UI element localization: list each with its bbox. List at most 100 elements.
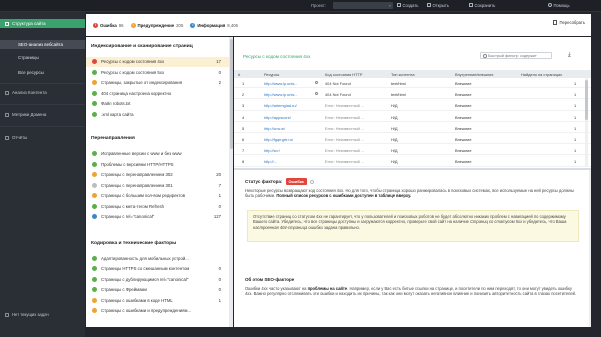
help-button[interactable]: Помощь: [548, 3, 570, 8]
issue-row[interactable]: Страницы с перенаправлением 301 7: [86, 180, 229, 190]
issue-row[interactable]: Адаптированность для мобильных устрой...: [86, 253, 229, 263]
cell-resource[interactable]: http://fgqrrgrtr.ru/: [264, 137, 293, 142]
save-button[interactable]: Сохранить: [469, 3, 495, 8]
issue-row[interactable]: Страницы с большим кол-вом редиректов 1: [86, 191, 229, 201]
issue-row[interactable]: Страницы с ошибками и предупреждениям...: [86, 306, 229, 316]
status-gray-icon: [92, 182, 97, 188]
cell-scope: Внешние: [455, 125, 472, 131]
chevron-down-icon: ▾: [388, 3, 391, 8]
issue-label: Страницы с перенаправлением 302: [101, 172, 173, 178]
scrollbar-thumb[interactable]: [585, 80, 588, 120]
issue-row[interactable]: Страницы HTTPS со смешанным контентом 0: [86, 264, 229, 274]
issue-count: 1: [218, 193, 221, 199]
col-found-on[interactable]: Найдено на страницах: [521, 72, 562, 77]
scrollbar-thumb[interactable]: [229, 39, 233, 149]
issue-row[interactable]: Ресурсы с кодом состояния 4хх 17: [86, 56, 229, 67]
col-http-status[interactable]: Код состояния HTTP: [325, 72, 362, 77]
factor-note: Отсутствие страниц со статусом 4xx не га…: [247, 210, 579, 242]
cell-scope: Внешние: [455, 159, 472, 165]
issues-scrollbar[interactable]: [229, 37, 233, 327]
app-window: Проект: ▾ Создать Открыть Сохранить Помо…: [0, 0, 601, 337]
issue-label: Страницы с большим кол-вом редиректов: [101, 193, 186, 199]
issue-group-heading[interactable]: Индексирование и сканирование страниц: [91, 44, 193, 49]
cell-resource[interactable]: http://...: [264, 159, 277, 164]
cell-resource[interactable]: http://w.r/: [264, 148, 280, 153]
cell-resource[interactable]: http://www.lp.unis...: [264, 92, 298, 97]
open-button[interactable]: Открыть: [427, 3, 449, 8]
sidebar-item-seo-audit[interactable]: SEO-анализ вебсайта: [0, 40, 85, 49]
cell-resource[interactable]: http://artemglad.ru/: [264, 103, 297, 108]
issue-row[interactable]: Страницы с Фреймами 0: [86, 285, 229, 295]
link-icon[interactable]: [309, 179, 314, 184]
sidebar-divider: [0, 83, 85, 84]
issue-row[interactable]: .xml карта сайта: [86, 109, 229, 119]
status-red-icon: [92, 59, 97, 65]
sidebar-section-reports[interactable]: Отчёты: [0, 135, 85, 140]
factor-status: Статус фактора: Ошибка: [245, 178, 314, 185]
rescan-button[interactable]: Пересобрать: [553, 20, 585, 25]
cell-http-status: 404 Not Found: [325, 81, 351, 87]
cell-found-on: 1: [574, 159, 577, 165]
issue-row[interactable]: Страницы с дублирующимся rel="canonical"…: [86, 274, 229, 284]
table-row[interactable]: 7 http://w.r/Error: Неизвестный ... Н/Д Вне…: [234, 145, 591, 156]
sidebar-section-content-analysis[interactable]: Анализ Контента: [0, 90, 85, 95]
status-blue-icon: [92, 214, 97, 220]
issue-row[interactable]: Страницы с ошибками в коде HTML 1: [86, 295, 229, 305]
export-icon[interactable]: ⤓: [568, 52, 574, 59]
filter-warnings[interactable]: ! Предупреждение 205: [130, 22, 183, 28]
table-row[interactable]: 2 http://www.lp.unis... 404 Not Found text/…: [234, 89, 591, 100]
col-content-type[interactable]: Тип контента: [391, 72, 415, 77]
issue-row[interactable]: Страницы, закрытые от индексирования 2: [86, 78, 229, 88]
link-404-page[interactable]: настроенная 404-страница ошибки: [253, 225, 323, 230]
cell-content-type: Н/Д: [391, 137, 398, 143]
cell-resource[interactable]: http://w.w.w/: [264, 126, 285, 131]
issue-row[interactable]: Страницы с rel="canonical" 127: [86, 212, 229, 222]
issue-group-heading[interactable]: Кодировка и технические факторы: [91, 241, 176, 246]
sidebar-item-pages[interactable]: Страницы: [0, 55, 85, 60]
table-row[interactable]: 4 http://appscore/Error: Неизвестный ... Н…: [234, 112, 591, 122]
col-scope[interactable]: Внутренние/внешние: [455, 72, 494, 77]
col-number[interactable]: #: [238, 72, 240, 77]
quick-filter[interactable]: [480, 52, 552, 59]
cell-content-type: Н/Д: [391, 103, 398, 109]
filter-errors[interactable]: ! Ошибка 96: [93, 22, 124, 28]
cell-scope: Внешние: [455, 114, 472, 120]
issue-row[interactable]: Файл robots.txt: [86, 99, 229, 109]
issue-count: 0: [218, 203, 221, 209]
issue-row[interactable]: Исправленные версии с www и без www: [86, 149, 229, 159]
issue-label: Страницы с ошибками и предупреждениям...: [101, 308, 192, 314]
status-green-icon: [92, 266, 97, 272]
link-5xx-pages[interactable]: Страниц со статусом 5xx: [470, 219, 522, 224]
project-select[interactable]: ▾: [333, 2, 393, 9]
open-link-icon[interactable]: [315, 92, 318, 96]
create-button[interactable]: Создать: [397, 3, 418, 8]
issue-row[interactable]: Ресурсы с кодом состояния 5хх 0: [86, 67, 229, 77]
issue-row[interactable]: 404 страница настроена корректно: [86, 88, 229, 98]
col-resource[interactable]: Ресурсы: [264, 72, 279, 77]
issue-row[interactable]: Страницы с перенаправлением 302 20: [86, 170, 229, 180]
table-row[interactable]: 1 http://www.lp.unis... 404 Not Found text/…: [234, 78, 591, 89]
table-row[interactable]: 5 http://w.w.w/Error: Неизвестный ... Н/Д В…: [234, 123, 591, 134]
table-row[interactable]: 3 http://artemglad.ru/Error: Неизвестный …: [234, 100, 591, 111]
status-orange-icon: [92, 80, 97, 86]
sidebar-item-all-resources[interactable]: Все ресурсы: [0, 70, 85, 75]
issue-group-heading[interactable]: Перенаправления: [91, 136, 135, 141]
quick-filter-input[interactable]: [488, 53, 550, 59]
cell-resource[interactable]: http://www.lp.unis...: [264, 81, 298, 86]
status-green-icon: [92, 203, 97, 209]
issue-count: 2: [218, 80, 221, 86]
filter-info[interactable]: i Информация 8,406: [190, 22, 238, 28]
open-link-icon[interactable]: [315, 81, 318, 84]
issue-count: 7: [218, 182, 221, 188]
issue-row[interactable]: Страницы с мета-тегом Refresh 0: [86, 201, 229, 211]
issue-label: Адаптированность для мобильных устрой...: [101, 255, 189, 261]
table-scrollbar[interactable]: [585, 78, 588, 166]
cell-resource[interactable]: http://appscore/: [264, 115, 291, 120]
sidebar-section-site-structure[interactable]: Структура сайта: [0, 19, 85, 28]
details-scrollbar[interactable]: [589, 170, 591, 327]
sidebar-section-domain-metrics[interactable]: Метрики Домена: [0, 112, 85, 117]
issue-row[interactable]: Проблемы с версиями HTTP/HTTPS: [86, 159, 229, 169]
table-row[interactable]: 8 http://... Error: Неизвестный ... Н/Д Внеш…: [234, 156, 591, 167]
table-row[interactable]: 6 http://fgqrrgrtr.ru/Error: Неизвестный …: [234, 134, 591, 145]
status-green-icon: [92, 161, 97, 167]
